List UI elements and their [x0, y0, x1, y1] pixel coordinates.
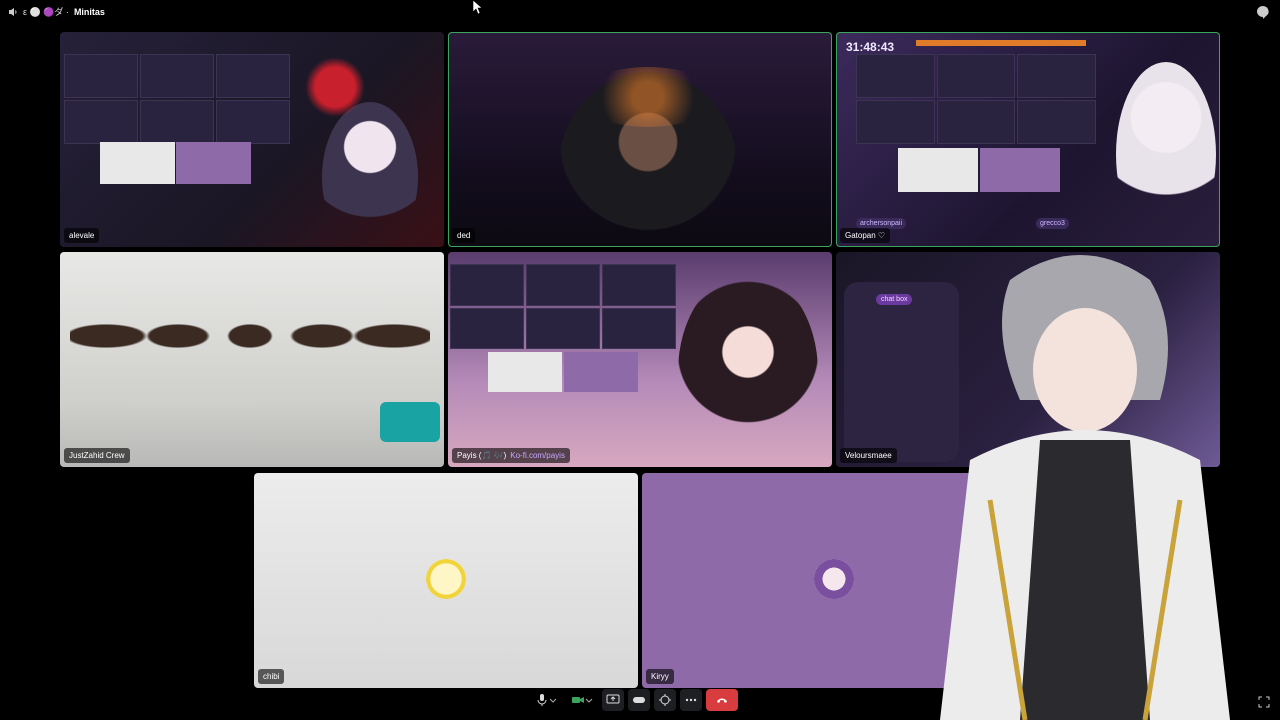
activity-button[interactable]: [628, 689, 650, 711]
disconnect-button[interactable]: [706, 689, 738, 711]
more-button[interactable]: [680, 689, 702, 711]
channel-header: ε ⚪ 🟣ダ · Minitas: [8, 5, 105, 18]
mouse-cursor-icon: [472, 0, 482, 14]
participant-name: chibi: [258, 669, 285, 684]
participant-name-text: Payis (🎵 🎶): [457, 451, 507, 460]
shared-screen-preview: [450, 264, 676, 349]
more-icon: [685, 698, 697, 702]
call-controls: [530, 688, 742, 712]
mini-tile-purple: [176, 142, 251, 184]
stream-tile-gatopan[interactable]: 31:48:43 archersonpaii grecco3 Gatopan ♡: [836, 32, 1220, 247]
vtuber-avatar: [678, 272, 818, 467]
mini-tile-light: [488, 352, 562, 392]
overlay-tag-2: grecco3: [1036, 218, 1069, 229]
fullscreen-icon[interactable]: [1258, 696, 1270, 708]
participant-name: JustZahid Crew: [64, 448, 130, 463]
mute-button[interactable]: [530, 689, 562, 711]
chat-icon[interactable]: [1256, 5, 1270, 19]
participant-name: alevale: [64, 228, 100, 243]
camera-button[interactable]: [566, 689, 598, 711]
teal-pillow: [380, 402, 440, 442]
vtuber-character-overlay: [940, 255, 1230, 720]
vtuber-avatar: [1116, 62, 1216, 247]
camera-icon: [572, 697, 584, 703]
people-group: [70, 272, 430, 432]
participant-name: Gatopan ♡: [840, 228, 891, 243]
avatar-tile-chibi[interactable]: chibi: [254, 473, 638, 688]
user-avatar: [814, 559, 854, 599]
microphone-icon: [537, 694, 547, 706]
participant-name: ded: [452, 228, 476, 243]
red-light: [300, 52, 370, 122]
participant-name: Payis (🎵 🎶) Ko-fi.com/payis: [452, 448, 570, 463]
kofi-link: Ko-fi.com/payis: [510, 451, 565, 460]
shared-screen-preview: [856, 54, 1096, 144]
soundboard-button[interactable]: [654, 689, 676, 711]
mini-tile-light: [100, 142, 175, 184]
screen-share-icon: [606, 694, 620, 704]
mini-tile-light: [898, 148, 978, 192]
channel-prefix: ε ⚪ 🟣ダ ·: [23, 7, 69, 17]
stream-tile-payis[interactable]: Payis (🎵 🎶) Ko-fi.com/payis: [448, 252, 832, 467]
stream-tile-justzahid[interactable]: JustZahid Crew: [60, 252, 444, 467]
vtuber-avatar: [322, 102, 418, 247]
participant-name: Kiryy: [646, 669, 674, 684]
orange-lights: [578, 67, 718, 127]
speaker-icon: [9, 7, 17, 16]
chevron-down-icon[interactable]: [585, 696, 593, 704]
overlay-timer: 31:48:43: [846, 40, 895, 54]
mini-tile-purple: [980, 148, 1060, 192]
participant-name: Veloursmaee: [840, 448, 897, 463]
stream-tile-alevale[interactable]: alevale: [60, 32, 444, 247]
chevron-down-icon[interactable]: [549, 696, 557, 704]
gamepad-icon: [633, 697, 645, 703]
mini-tile-purple: [564, 352, 638, 392]
soundboard-icon: [659, 694, 671, 706]
hang-up-icon: [717, 698, 727, 703]
stream-tile-ded[interactable]: ded: [448, 32, 832, 247]
screen-share-button[interactable]: [602, 689, 624, 711]
channel-name: Minitas: [73, 6, 105, 17]
shared-screen-preview: [64, 54, 290, 144]
user-avatar: [426, 559, 466, 599]
top-bar: ε ⚪ 🟣ダ · Minitas: [0, 0, 1280, 24]
chat-box-label: chat box: [876, 294, 913, 305]
progress-bar: [916, 40, 1086, 46]
